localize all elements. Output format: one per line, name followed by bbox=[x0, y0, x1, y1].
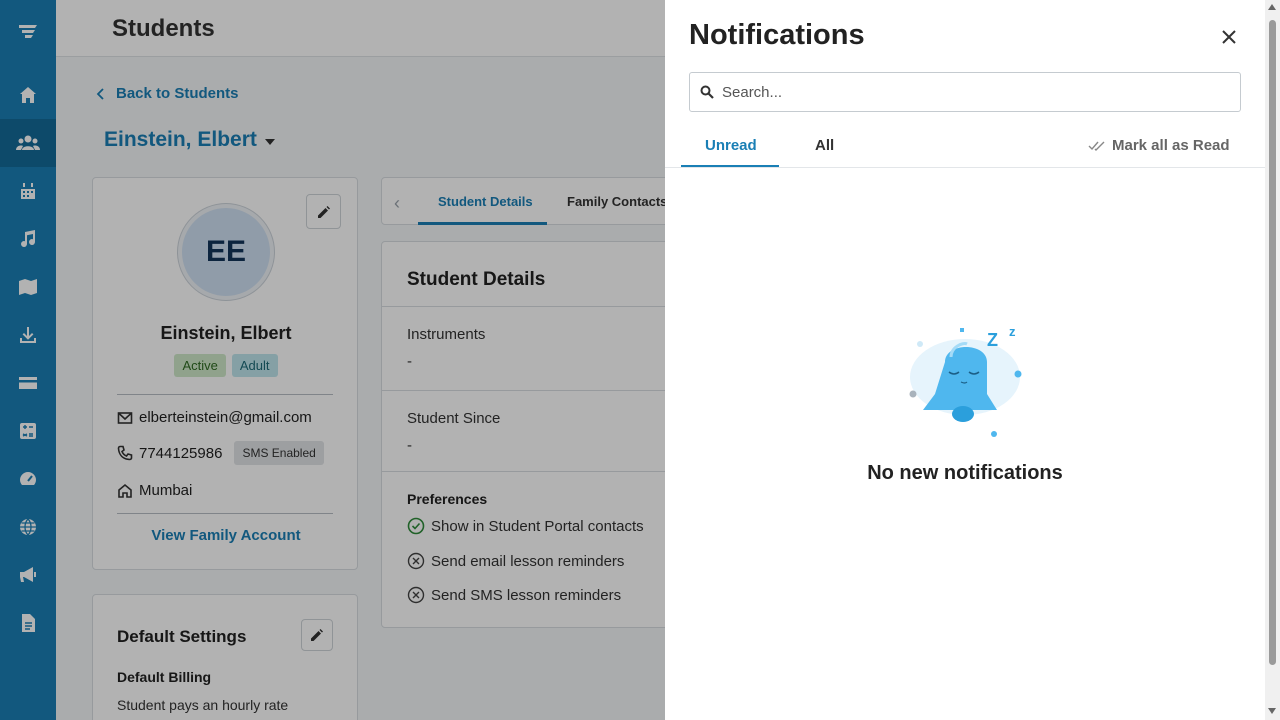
double-check-icon bbox=[1088, 141, 1105, 151]
snore-z-large: Z bbox=[987, 330, 998, 350]
scroll-thumb[interactable] bbox=[1269, 20, 1276, 665]
empty-state-text: No new notifications bbox=[867, 462, 1063, 484]
close-icon bbox=[1222, 30, 1236, 44]
page-scrollbar[interactable] bbox=[1265, 0, 1280, 720]
tab-all[interactable]: All bbox=[815, 137, 834, 154]
tab-unread[interactable]: Unread bbox=[705, 137, 757, 154]
mark-all-read-label: Mark all as Read bbox=[1112, 137, 1230, 154]
panel-title: Notifications bbox=[689, 19, 865, 51]
notifications-panel: Notifications Unread All Mark all as Rea… bbox=[665, 0, 1280, 720]
search-input[interactable] bbox=[722, 83, 1222, 101]
sleeping-bell-icon: Z z bbox=[909, 324, 1022, 437]
divider bbox=[665, 167, 1265, 168]
close-button[interactable] bbox=[1217, 25, 1241, 49]
mark-all-read-button[interactable]: Mark all as Read bbox=[1088, 137, 1230, 154]
scroll-up-icon[interactable] bbox=[1268, 4, 1276, 10]
search-icon bbox=[700, 85, 714, 99]
scroll-down-icon[interactable] bbox=[1268, 708, 1276, 714]
snore-z-small: z bbox=[1009, 324, 1016, 339]
modal-backdrop[interactable] bbox=[0, 0, 665, 720]
search-field[interactable] bbox=[689, 72, 1241, 112]
